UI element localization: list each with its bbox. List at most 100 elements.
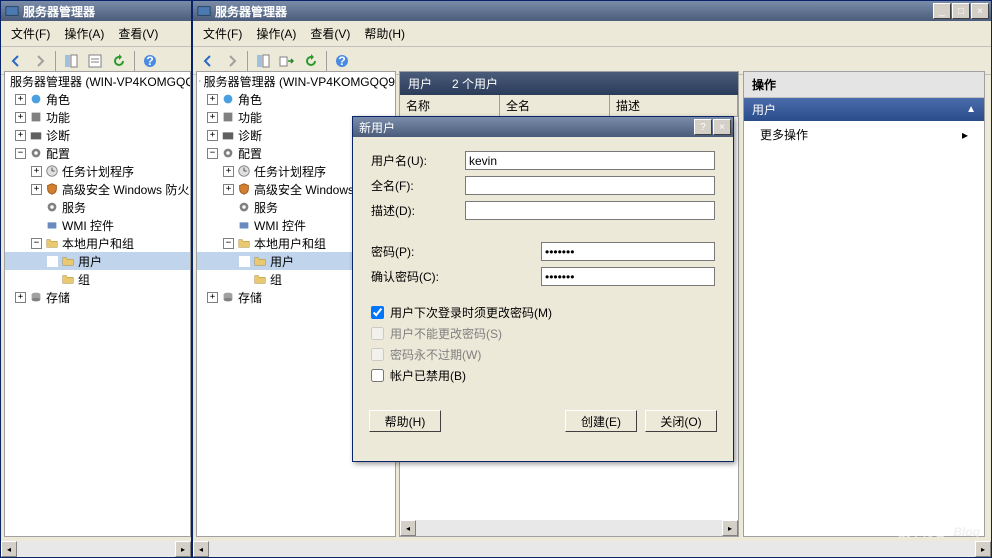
- menu-action[interactable]: 操作(A): [58, 23, 110, 44]
- chk-account-disabled-label: 帐户已禁用(B): [390, 367, 466, 384]
- tree-features[interactable]: 功能: [238, 109, 262, 126]
- minimize-button[interactable]: _: [933, 3, 951, 19]
- actions-user: 用户: [752, 101, 776, 118]
- scroll-right-icon[interactable]: ▸: [175, 541, 191, 557]
- tree-users[interactable]: 用户: [270, 253, 294, 270]
- forward-button[interactable]: [221, 50, 243, 72]
- help-button[interactable]: ?: [139, 50, 161, 72]
- tree-storage[interactable]: 存储: [238, 289, 262, 306]
- tree-config[interactable]: 配置: [238, 145, 262, 162]
- tree-root[interactable]: 服务器管理器 (WIN-VP4KOMGQQ9: [204, 73, 395, 90]
- dialog-titlebar[interactable]: 新用户 ? ×: [353, 117, 733, 137]
- chk-account-disabled-box[interactable]: [371, 369, 384, 382]
- expander-icon[interactable]: +: [31, 184, 42, 195]
- menu-view[interactable]: 查看(V): [304, 23, 356, 44]
- refresh-button[interactable]: [108, 50, 130, 72]
- tree-task[interactable]: 任务计划程序: [62, 163, 134, 180]
- close-button[interactable]: ×: [971, 3, 989, 19]
- menu-action[interactable]: 操作(A): [250, 23, 302, 44]
- confirm-password-input[interactable]: [541, 267, 715, 286]
- titlebar-2[interactable]: 服务器管理器 _ □ ×: [193, 1, 991, 21]
- expander-icon[interactable]: +: [15, 112, 26, 123]
- menu-file[interactable]: 文件(F): [5, 23, 56, 44]
- actions-more[interactable]: 更多操作 ▸: [744, 121, 984, 148]
- forward-button[interactable]: [29, 50, 51, 72]
- collapse-icon[interactable]: ▲: [966, 104, 976, 115]
- tree-features[interactable]: 功能: [46, 109, 70, 126]
- hscrollbar-2[interactable]: ◂▸: [193, 541, 991, 557]
- tree-groups[interactable]: 组: [78, 271, 90, 288]
- tree-config[interactable]: 配置: [46, 145, 70, 162]
- scroll-right-icon[interactable]: ▸: [975, 541, 991, 557]
- tree-services[interactable]: 服务: [62, 199, 86, 216]
- actions-pane: 操作 用户 ▲ 更多操作 ▸: [743, 71, 985, 537]
- tree-diag[interactable]: 诊断: [46, 127, 70, 144]
- tree-groups[interactable]: 组: [270, 271, 282, 288]
- scope-button[interactable]: [60, 50, 82, 72]
- tree-task[interactable]: 任务计划程序: [254, 163, 326, 180]
- refresh-button[interactable]: [300, 50, 322, 72]
- scroll-left-icon[interactable]: ◂: [193, 541, 209, 557]
- list-title: 用户: [408, 77, 432, 91]
- tree-roles[interactable]: 角色: [238, 91, 262, 108]
- username-input[interactable]: [465, 151, 715, 170]
- help-button[interactable]: 帮助(H): [369, 410, 441, 432]
- tree-wmi[interactable]: WMI 控件: [62, 217, 114, 234]
- fullname-input[interactable]: [465, 176, 715, 195]
- create-button[interactable]: 创建(E): [565, 410, 637, 432]
- app-icon: [5, 4, 19, 18]
- tree-storage[interactable]: 存储: [46, 289, 70, 306]
- titlebar-1[interactable]: 服务器管理器: [1, 1, 191, 21]
- dialog-buttons: 帮助(H) 创建(E) 关闭(O): [353, 402, 733, 440]
- expander-icon[interactable]: −: [15, 148, 26, 159]
- tree-view-1[interactable]: 服务器管理器 (WIN-VP4KOMGQQ + 角色 + 功能 + 诊断 − 配置 + 任…: [4, 71, 191, 537]
- properties-button[interactable]: [84, 50, 106, 72]
- export-button[interactable]: [276, 50, 298, 72]
- hscrollbar-1[interactable]: ◂▸: [1, 541, 191, 557]
- menu-file[interactable]: 文件(F): [197, 23, 248, 44]
- tree-diag[interactable]: 诊断: [238, 127, 262, 144]
- chk-must-change-box[interactable]: [371, 306, 384, 319]
- tree-root[interactable]: 服务器管理器 (WIN-VP4KOMGQQ: [10, 73, 191, 90]
- scroll-right-icon[interactable]: ▸: [722, 520, 738, 536]
- close-button[interactable]: 关闭(O): [645, 410, 717, 432]
- col-desc[interactable]: 描述: [610, 95, 738, 116]
- tree-users[interactable]: 用户: [78, 253, 102, 270]
- mmc-window-background: 服务器管理器 文件(F) 操作(A) 查看(V) ? 服务器管理器 (WIN-V…: [0, 0, 192, 558]
- tree-wmi[interactable]: WMI 控件: [254, 217, 306, 234]
- tree-services[interactable]: 服务: [254, 199, 278, 216]
- col-fullname[interactable]: 全名: [500, 95, 610, 116]
- window-title-1: 服务器管理器: [23, 3, 189, 20]
- maximize-button[interactable]: □: [952, 3, 970, 19]
- expander-icon[interactable]: −: [31, 238, 42, 249]
- tree-firewall[interactable]: 高级安全 Windows: [254, 181, 354, 198]
- dialog-help-button[interactable]: ?: [694, 119, 712, 135]
- menu-help[interactable]: 帮助(H): [358, 23, 411, 44]
- tree-localug[interactable]: 本地用户和组: [254, 235, 326, 252]
- col-name[interactable]: 名称: [400, 95, 500, 116]
- scroll-left-icon[interactable]: ◂: [1, 541, 17, 557]
- tree-roles[interactable]: 角色: [46, 91, 70, 108]
- chk-must-change[interactable]: 用户下次登录时须更改密码(M): [371, 304, 715, 321]
- actions-subheader: 用户 ▲: [744, 98, 984, 121]
- back-button[interactable]: [197, 50, 219, 72]
- fullname-label: 全名(F):: [371, 177, 465, 194]
- password-input[interactable]: [541, 242, 715, 261]
- menu-view[interactable]: 查看(V): [112, 23, 164, 44]
- back-button[interactable]: [5, 50, 27, 72]
- description-input[interactable]: [465, 201, 715, 220]
- scope-button[interactable]: [252, 50, 274, 72]
- hscrollbar-list[interactable]: ◂▸: [400, 520, 738, 536]
- help-button[interactable]: ?: [331, 50, 353, 72]
- password-label: 密码(P):: [371, 243, 541, 260]
- expander-icon[interactable]: +: [15, 292, 26, 303]
- watermark-url: 51CTO.com: [827, 492, 980, 523]
- expander-icon[interactable]: +: [15, 130, 26, 141]
- tree-localug[interactable]: 本地用户和组: [62, 235, 134, 252]
- chk-account-disabled[interactable]: 帐户已禁用(B): [371, 367, 715, 384]
- expander-icon[interactable]: +: [15, 94, 26, 105]
- dialog-close-button[interactable]: ×: [713, 119, 731, 135]
- expander-icon[interactable]: +: [31, 166, 42, 177]
- tree-firewall[interactable]: 高级安全 Windows 防火: [62, 181, 189, 198]
- scroll-left-icon[interactable]: ◂: [400, 520, 416, 536]
